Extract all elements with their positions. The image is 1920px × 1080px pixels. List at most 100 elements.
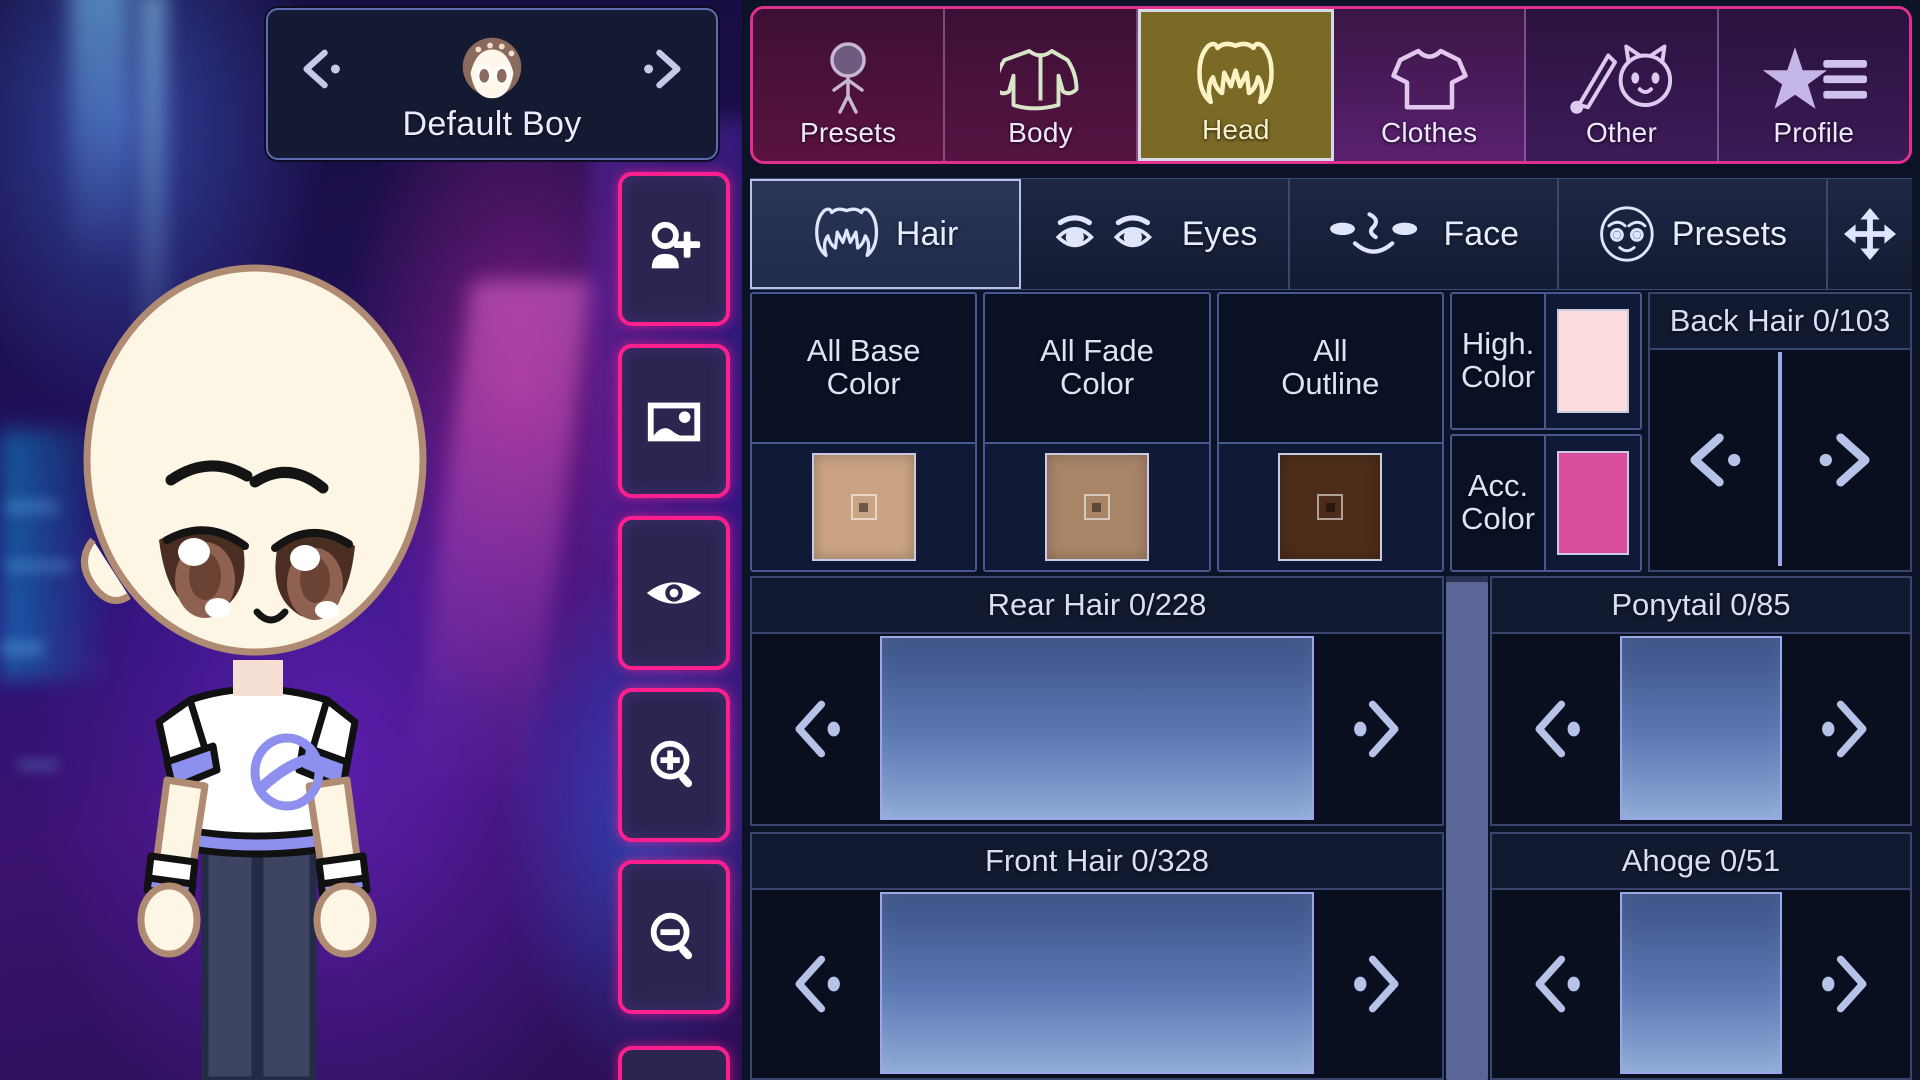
color-swatch[interactable] <box>1044 453 1149 561</box>
color-swatch[interactable] <box>1278 453 1383 561</box>
color-swatch-button[interactable] <box>1544 436 1640 570</box>
tab-head[interactable]: Head <box>1137 9 1334 161</box>
background-button[interactable] <box>618 344 730 498</box>
sub-tab-label: Hair <box>895 214 959 253</box>
add-person-icon <box>651 221 701 269</box>
hair-icon <box>1195 36 1276 114</box>
star-list-icon <box>1759 39 1870 117</box>
city-light <box>0 640 44 656</box>
next-item-button[interactable] <box>1318 890 1442 1078</box>
color-swatch-button[interactable] <box>1544 294 1640 428</box>
character-editor-screen: Default Boy Presets Body Head Clothes Ot… <box>0 0 1920 1080</box>
color-controls-row: All Base Color All Fade Color All Outlin… <box>750 292 1444 572</box>
city-light <box>6 500 58 514</box>
sub-tab-face[interactable]: Face <box>1290 179 1559 289</box>
tab-body[interactable]: Body <box>945 9 1138 161</box>
previous-item-button[interactable] <box>1492 634 1616 824</box>
slot-title: Ahoge 0/51 <box>1492 834 1910 890</box>
all-outline-color-control[interactable]: All Outline <box>1216 292 1444 572</box>
tab-other[interactable]: Other <box>1526 9 1719 161</box>
item-thumbnail[interactable] <box>880 636 1314 820</box>
all-base-color-control[interactable]: All Base Color <box>750 292 978 572</box>
item-thumbnail[interactable] <box>1620 636 1782 820</box>
tab-clothes[interactable]: Clothes <box>1333 9 1527 161</box>
hair-icon <box>814 207 878 258</box>
move-tool-button[interactable] <box>1828 179 1912 289</box>
accent-color-control[interactable]: Acc. Color <box>1450 434 1642 572</box>
tab-label: Profile <box>1773 117 1855 148</box>
previous-character-button[interactable] <box>294 42 348 96</box>
ponytail-slot: Ponytail 0/85 <box>1490 576 1912 826</box>
color-label: All Base Color <box>806 333 921 401</box>
tab-label: Clothes <box>1380 117 1478 148</box>
face-icon <box>1329 212 1418 254</box>
color-swatch-button[interactable] <box>1218 442 1442 570</box>
next-item-button[interactable] <box>1318 634 1442 824</box>
tab-profile[interactable]: Profile <box>1718 9 1909 161</box>
color-swatch[interactable] <box>811 453 916 561</box>
slot-title: Front Hair 0/328 <box>752 834 1442 890</box>
extra-tool-button[interactable] <box>618 1046 730 1080</box>
zoom-out-button[interactable] <box>618 860 730 1014</box>
previous-item-button[interactable] <box>752 634 876 824</box>
eye-icon <box>646 582 702 604</box>
rear-hair-slot: Rear Hair 0/228 <box>750 576 1444 826</box>
color-label: All Outline <box>1281 333 1380 401</box>
body-figure-icon <box>816 39 880 117</box>
sub-tab-label: Face <box>1443 214 1520 253</box>
next-item-button[interactable] <box>1786 890 1910 1078</box>
tab-label: Presets <box>800 117 897 148</box>
tab-label: Head <box>1201 114 1270 145</box>
previous-item-button[interactable] <box>752 890 876 1078</box>
color-swatch[interactable] <box>1557 309 1629 413</box>
slot-title: Ponytail 0/85 <box>1492 578 1910 634</box>
item-thumbnail[interactable] <box>1778 352 1782 566</box>
category-tab-bar: Presets Body Head Clothes Other Profile <box>750 6 1912 164</box>
slot-title: Rear Hair 0/228 <box>752 578 1442 634</box>
next-item-button[interactable] <box>1786 350 1910 570</box>
avatar <box>453 30 531 108</box>
color-swatch-button[interactable] <box>985 442 1209 570</box>
character-selector-panel: Default Boy <box>266 8 718 160</box>
eyes-icon <box>1055 215 1152 248</box>
sub-tab-hair[interactable]: Hair <box>750 179 1021 289</box>
add-character-button[interactable] <box>618 172 730 326</box>
next-character-button[interactable] <box>636 42 690 96</box>
stage-toolbar <box>618 172 730 1032</box>
character-avatar[interactable] <box>55 140 455 1080</box>
tab-label: Other <box>1585 117 1657 148</box>
sub-tab-bar: Hair Eyes Face Presets <box>750 178 1912 290</box>
character-name: Default Boy <box>402 105 582 143</box>
previous-item-button[interactable] <box>1650 350 1774 570</box>
color-label: Acc. Color <box>1460 468 1536 536</box>
color-label: High. Color <box>1460 326 1536 394</box>
color-swatch[interactable] <box>1557 451 1629 555</box>
color-swatch-button[interactable] <box>752 442 976 570</box>
item-thumbnail[interactable] <box>1620 892 1782 1074</box>
zoom-out-icon <box>650 912 693 960</box>
zoom-in-icon <box>650 740 693 788</box>
jacket-icon <box>999 39 1081 117</box>
front-hair-slot: Front Hair 0/328 <box>750 832 1444 1080</box>
sub-tab-eyes[interactable]: Eyes <box>1021 179 1290 289</box>
back-hair-slot: Back Hair 0/103 <box>1648 292 1912 572</box>
hair-options-content: All Base Color All Fade Color All Outlin… <box>750 292 1912 1080</box>
item-thumbnail[interactable] <box>880 892 1314 1074</box>
previous-item-button[interactable] <box>1492 890 1616 1078</box>
editor-panel: Presets Body Head Clothes Other Profile … <box>742 0 1920 1080</box>
highlight-color-control[interactable]: High. Color <box>1450 292 1642 430</box>
highlight-accent-column: High. Color Acc. Color <box>1450 292 1642 572</box>
next-item-button[interactable] <box>1786 634 1910 824</box>
ahoge-slot: Ahoge 0/51 <box>1490 832 1912 1080</box>
zoom-in-button[interactable] <box>618 688 730 842</box>
scrollbar-thumb[interactable] <box>1446 582 1488 1080</box>
sub-tab-label: Presets <box>1671 214 1788 253</box>
tab-label: Body <box>1008 117 1073 148</box>
image-icon <box>647 402 701 442</box>
all-fade-color-control[interactable]: All Fade Color <box>983 292 1211 572</box>
slot-title: Back Hair 0/103 <box>1650 294 1910 350</box>
tab-presets[interactable]: Presets <box>753 9 946 161</box>
sub-tab-label: Eyes <box>1181 214 1258 253</box>
preview-toggle-button[interactable] <box>618 516 730 670</box>
sub-tab-presets[interactable]: Presets <box>1559 179 1828 289</box>
